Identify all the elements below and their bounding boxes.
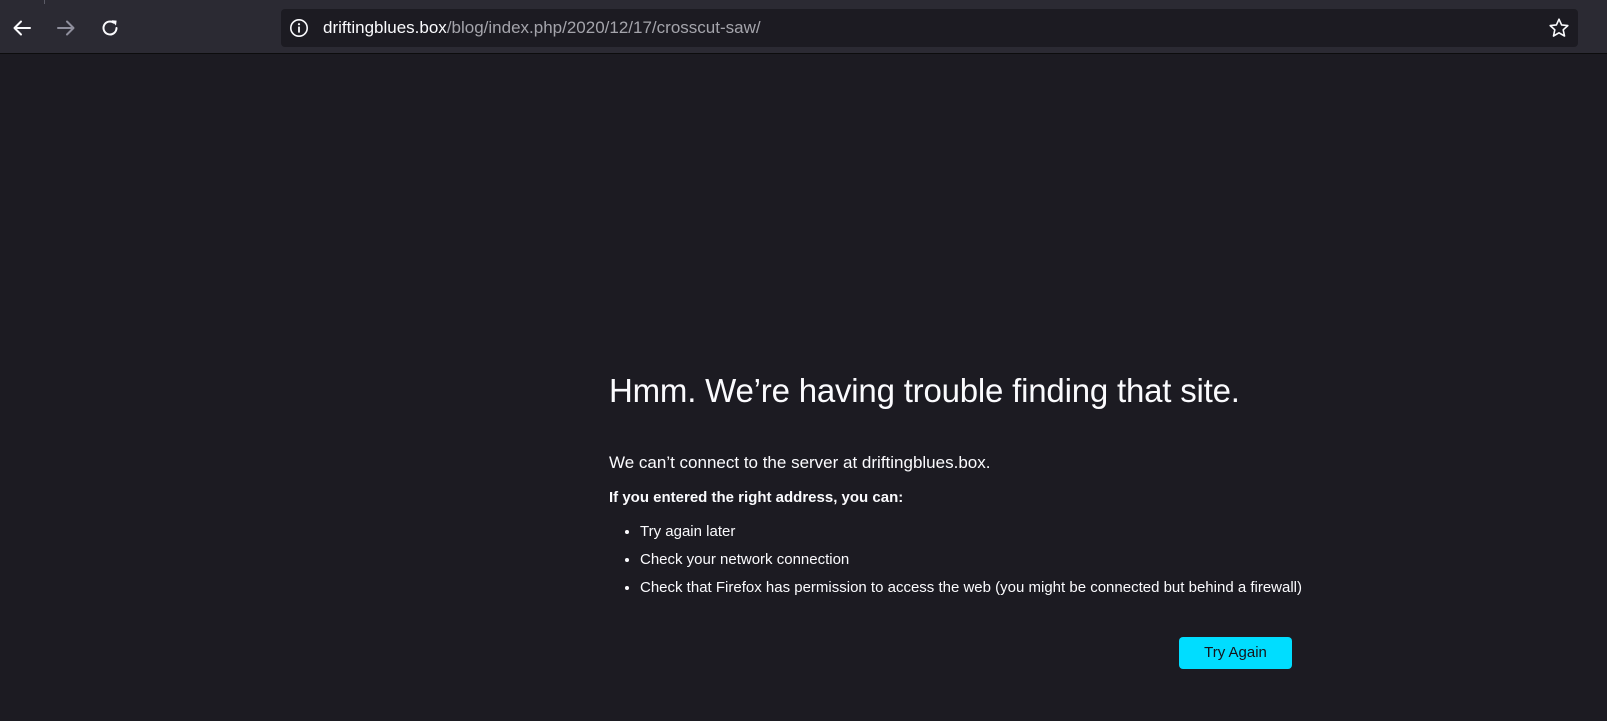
navigation-toolbar: driftingblues.box/blog/index.php/2020/12…: [0, 4, 1607, 54]
error-hint: If you entered the right address, you ca…: [609, 489, 904, 506]
star-icon[interactable]: [1548, 17, 1570, 39]
suggestion-list: Try again later Check your network conne…: [609, 522, 1302, 598]
forward-button[interactable]: [51, 13, 81, 43]
address-bar[interactable]: driftingblues.box/blog/index.php/2020/12…: [281, 9, 1578, 47]
error-container: Hmm. We’re having trouble finding that s…: [609, 370, 1302, 606]
try-again-button[interactable]: Try Again: [1179, 637, 1292, 669]
error-title: Hmm. We’re having trouble finding that s…: [609, 372, 1240, 409]
list-item: Try again later: [640, 522, 1294, 542]
back-button[interactable]: [7, 13, 37, 43]
url-host: driftingblues.box: [323, 18, 447, 37]
list-item: Check your network connection: [640, 550, 1294, 570]
page-content: Hmm. We’re having trouble finding that s…: [0, 54, 1607, 721]
error-description: We can’t connect to the server at drifti…: [609, 453, 991, 472]
reload-button[interactable]: [95, 13, 125, 43]
info-icon[interactable]: [289, 18, 309, 38]
list-item: Check that Firefox has permission to acc…: [640, 578, 1302, 598]
url-path: /blog/index.php/2020/12/17/crosscut-saw/: [446, 18, 761, 37]
arrow-left-icon: [13, 20, 31, 36]
arrow-right-icon: [57, 20, 75, 36]
url-text[interactable]: driftingblues.box/blog/index.php/2020/12…: [323, 9, 761, 47]
reload-icon: [102, 20, 118, 36]
